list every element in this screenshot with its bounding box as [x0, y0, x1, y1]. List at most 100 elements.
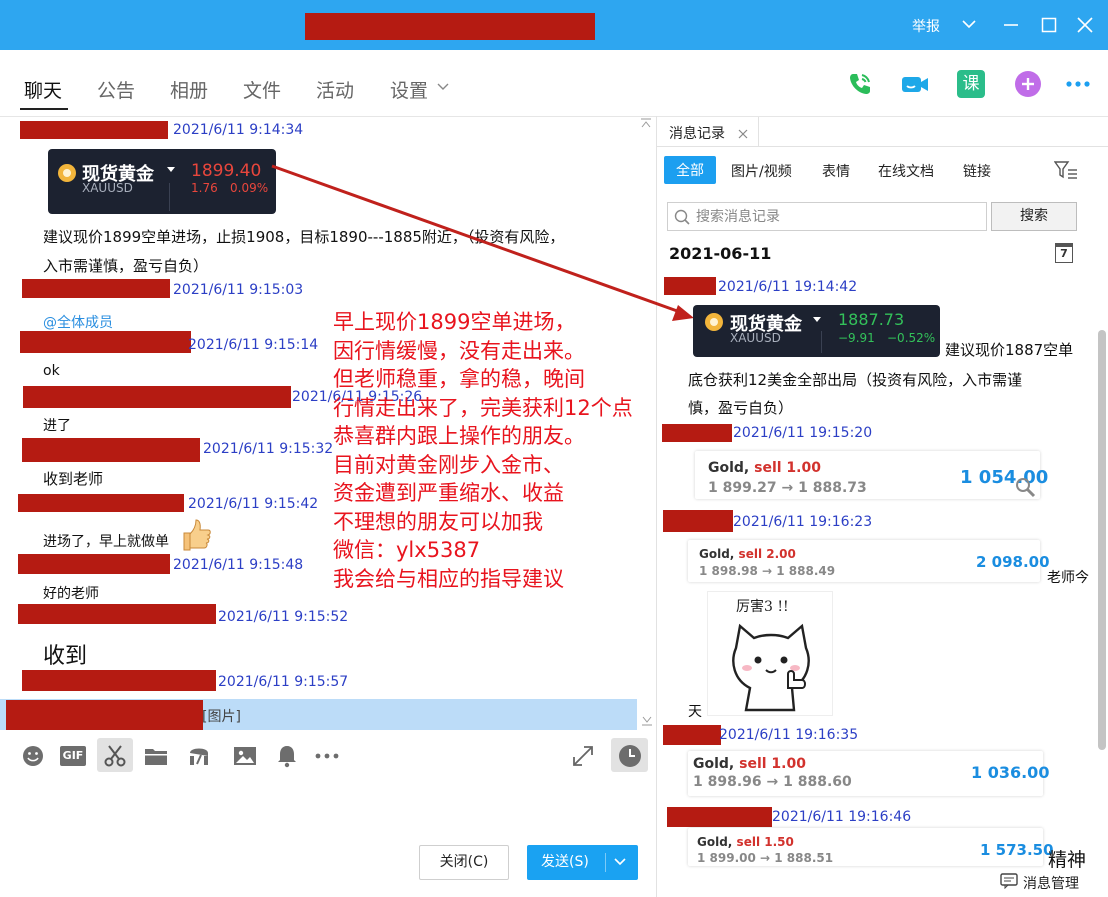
video-icon[interactable] — [900, 69, 930, 99]
folder-icon[interactable] — [143, 743, 169, 769]
tab-activity[interactable]: 活动 — [316, 76, 354, 103]
gold-quote-card[interactable]: 现货黄金 XAUUSD 1899.40 1.76 0.09% — [48, 149, 276, 214]
overlay-line: 目前对黄金刚步入金市、 — [333, 452, 564, 477]
filter-icon[interactable] — [1054, 160, 1078, 180]
quote-change-pct: −0.52% — [887, 331, 936, 345]
message-text: ok — [43, 363, 60, 379]
trade-card[interactable]: Gold, sell 1.50 1 899.00 → 1 888.51 1 57… — [688, 828, 1054, 866]
chevron-down-icon[interactable] — [960, 17, 978, 31]
expand-icon[interactable] — [570, 743, 596, 769]
cat-sticker[interactable]: 厉害3 !! — [707, 591, 833, 716]
close-tab-icon[interactable] — [738, 129, 748, 139]
tab-announcement[interactable]: 公告 — [97, 76, 135, 103]
redacted-sender — [663, 510, 733, 532]
history-scrollbar[interactable] — [1098, 330, 1106, 750]
filter-links[interactable]: 链接 — [963, 161, 991, 181]
mention-all[interactable]: @全体成员 — [43, 312, 113, 332]
scroll-bottom-icon[interactable] — [641, 714, 653, 726]
promo-overlay-text: 早上现价1899空单进场， 因行情缓慢，没有走出来。 但老师稳重，拿的稳，晚间 … — [333, 308, 633, 593]
close-button[interactable]: 关闭(C) — [419, 845, 509, 880]
trade-card[interactable]: Gold, sell 2.00 1 898.98 → 1 888.49 2 09… — [688, 540, 1050, 582]
more-icon[interactable] — [314, 743, 340, 769]
history-search-input[interactable] — [696, 203, 976, 230]
history-text: 底仓获利12美金全部出局（投资有风险，入市需谨 — [688, 371, 1023, 389]
course-icon[interactable]: 课 — [957, 70, 985, 98]
settings-chevron-icon[interactable] — [436, 81, 450, 93]
message-timestamp: 2021/6/11 9:15:57 — [218, 674, 349, 690]
music-icon[interactable] — [186, 743, 212, 769]
gold-quote-card[interactable]: 现货黄金 XAUUSD 1887.73 −9.91 −0.52% — [693, 305, 940, 357]
filter-emoji[interactable]: 表情 — [822, 161, 850, 181]
redacted-sender — [22, 670, 216, 691]
redacted-sender — [662, 424, 732, 442]
trade-prices: 1 899.27 → 1 888.73 — [708, 480, 867, 496]
history-timestamp: 2021/6/11 19:16:46 — [772, 809, 912, 825]
trade-card[interactable]: Gold, sell 1.00 1 899.27 → 1 888.73 1 05… — [695, 451, 1048, 499]
image-icon[interactable] — [232, 743, 258, 769]
history-text: 天 — [688, 704, 702, 720]
history-text: 建议现价1887空单 — [945, 341, 1074, 359]
redacted-sender — [20, 121, 168, 139]
gif-icon[interactable]: GIF — [60, 746, 86, 766]
trade-profit: 1 573.50 — [980, 841, 1054, 859]
bell-icon[interactable] — [274, 743, 300, 769]
filter-docs[interactable]: 在线文档 — [878, 161, 934, 181]
more-icon[interactable] — [1063, 69, 1093, 99]
sticker-caption: 厉害3 !! — [736, 599, 789, 615]
report-button[interactable]: 举报 — [912, 16, 940, 36]
redacted-sender — [18, 554, 170, 574]
tab-settings[interactable]: 设置 — [390, 76, 428, 103]
emoji-icon[interactable] — [20, 743, 46, 769]
history-tab[interactable]: 消息记录 — [657, 117, 759, 147]
add-app-icon[interactable] — [1013, 69, 1043, 99]
search-icon — [674, 209, 690, 225]
trade-card[interactable]: Gold, sell 1.00 1 898.96 → 1 888.60 1 03… — [688, 751, 1049, 796]
tab-files[interactable]: 文件 — [243, 76, 281, 103]
scissors-icon[interactable] — [102, 743, 128, 769]
send-options-chevron-icon[interactable] — [613, 857, 627, 867]
tab-album[interactable]: 相册 — [170, 76, 208, 103]
redacted-sender — [6, 700, 203, 730]
image-placeholder-label: [图片] — [202, 709, 241, 725]
history-timestamp: 2021/6/11 19:16:35 — [719, 727, 859, 743]
message-timestamp: 2021/6/11 9:15:14 — [188, 337, 319, 353]
collapse-icon[interactable] — [640, 118, 652, 128]
send-button[interactable]: 发送(S) — [527, 845, 638, 880]
caret-down-icon — [167, 167, 175, 172]
overlay-line: 但老师稳重，拿的稳，晚间 — [333, 367, 585, 391]
message-manage-icon[interactable] — [1000, 873, 1018, 889]
send-label: 发送(S) — [541, 854, 589, 870]
quote-change: 1.76 — [191, 181, 218, 195]
tab-chat[interactable]: 聊天 — [24, 76, 62, 103]
history-header-divider — [657, 146, 1108, 147]
history-search-box[interactable] — [667, 202, 987, 231]
minimize-icon[interactable] — [1002, 16, 1020, 34]
panel-divider — [656, 116, 657, 897]
trade-profit: 1 036.00 — [971, 763, 1050, 782]
phone-icon[interactable] — [845, 69, 875, 99]
zoom-icon[interactable] — [1014, 476, 1036, 498]
filter-media[interactable]: 图片/视频 — [731, 161, 792, 181]
redacted-sender — [664, 277, 716, 295]
quote-symbol: XAUUSD — [730, 331, 781, 345]
clock-icon[interactable] — [617, 743, 643, 769]
overlay-line: 资金遭到严重缩水、收益 — [333, 481, 564, 505]
search-button[interactable]: 搜索 — [991, 202, 1077, 231]
filter-all[interactable]: 全部 — [664, 156, 716, 184]
trade-instrument: Gold, sell 2.00 — [699, 547, 796, 561]
trade-instrument: Gold, sell 1.50 — [697, 835, 794, 849]
thumbs-up-icon — [183, 519, 211, 551]
nav-divider — [0, 116, 1108, 117]
trade-instrument: Gold, sell 1.00 — [708, 460, 821, 476]
overlay-line: 因行情缓慢，没有走出来。 — [333, 338, 585, 363]
message-timestamp: 2021/6/11 9:15:03 — [173, 282, 304, 298]
redacted-sender — [20, 331, 191, 353]
calendar-icon[interactable]: 7 — [1055, 243, 1073, 263]
maximize-icon[interactable] — [1040, 16, 1058, 34]
close-icon[interactable] — [1076, 16, 1094, 34]
overlay-line: 微信：ylx5387 — [333, 538, 481, 562]
message-manage-link[interactable]: 消息管理 — [1023, 873, 1079, 893]
message-text: 收到 — [43, 644, 88, 669]
history-timestamp: 2021/6/11 19:15:20 — [733, 425, 873, 441]
image-message-row[interactable]: [图片] — [0, 699, 637, 730]
